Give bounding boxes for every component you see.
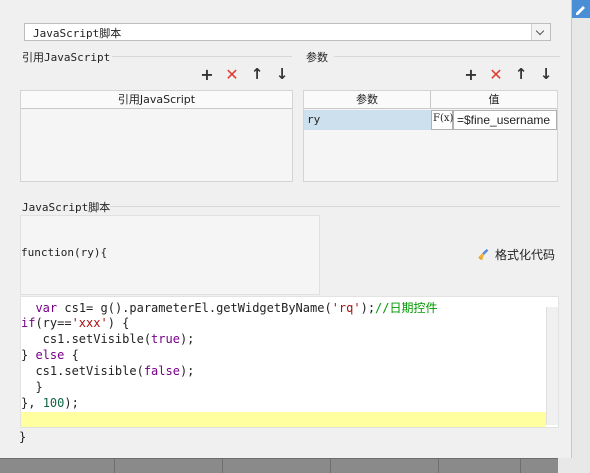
editor-scrollbar[interactable] bbox=[546, 307, 558, 425]
current-line-highlight bbox=[21, 412, 546, 427]
format-code-label: 格式化代码 bbox=[495, 248, 556, 262]
format-code-button[interactable]: 格式化代码 bbox=[477, 246, 555, 263]
referenced-js-column-header[interactable]: 引用JavaScript bbox=[21, 91, 292, 109]
code-line-1: var cs1= g().parameterEl.getWidgetByName… bbox=[35, 301, 438, 315]
arrow-down-icon[interactable]: ↓ bbox=[537, 65, 555, 83]
function-closing-brace: } bbox=[19, 430, 27, 444]
param-name-cell[interactable]: ry bbox=[304, 110, 431, 130]
broom-icon bbox=[478, 248, 489, 260]
referenced-js-table: 引用JavaScript bbox=[20, 90, 293, 182]
params-table: 参数 值 ry F(x) =$fine_username bbox=[303, 90, 558, 182]
chevron-down-icon[interactable] bbox=[531, 24, 550, 40]
script-type-combo[interactable]: JavaScript脚本 bbox=[24, 23, 551, 41]
param-column-header[interactable]: 参数 bbox=[304, 91, 431, 109]
plus-icon[interactable]: + bbox=[462, 65, 480, 84]
delete-icon[interactable]: ✕ bbox=[223, 65, 241, 84]
divider bbox=[334, 56, 560, 57]
formula-icon[interactable]: F(x) bbox=[431, 110, 453, 130]
value-column-header[interactable]: 值 bbox=[431, 91, 557, 109]
code-line-5: cs1.setVisible(false); bbox=[21, 364, 195, 378]
code-line-7: }, 100); bbox=[21, 396, 79, 410]
code-line-2: if(ry=='xxx') { bbox=[21, 316, 130, 330]
javascript-dialog: JavaScript脚本 引用JavaScript + ✕ ↑ ↓ 引用Java… bbox=[0, 0, 572, 458]
arrow-down-icon[interactable]: ↓ bbox=[273, 65, 291, 83]
code-line-3: cs1.setVisible(true); bbox=[21, 332, 195, 346]
script-type-value: JavaScript脚本 bbox=[33, 27, 122, 40]
params-title: 参数 bbox=[306, 51, 328, 64]
js-script-title: JavaScript脚本 bbox=[22, 201, 111, 214]
code-editor[interactable]: var cs1= g().parameterEl.getWidgetByName… bbox=[20, 296, 559, 428]
function-header: function(ry){ bbox=[21, 246, 108, 259]
divider bbox=[110, 206, 560, 207]
divider bbox=[112, 56, 292, 57]
param-value-cell[interactable]: =$fine_username bbox=[453, 110, 557, 130]
referenced-js-title: 引用JavaScript bbox=[22, 51, 111, 64]
edit-corner-icon[interactable] bbox=[571, 0, 590, 18]
arrow-up-icon[interactable]: ↑ bbox=[512, 65, 530, 83]
arrow-up-icon[interactable]: ↑ bbox=[248, 65, 266, 83]
delete-icon[interactable]: ✕ bbox=[487, 65, 505, 84]
code-line-4: } else { bbox=[21, 348, 79, 362]
code-line-6: } bbox=[21, 380, 43, 394]
plus-icon[interactable]: + bbox=[198, 65, 216, 84]
